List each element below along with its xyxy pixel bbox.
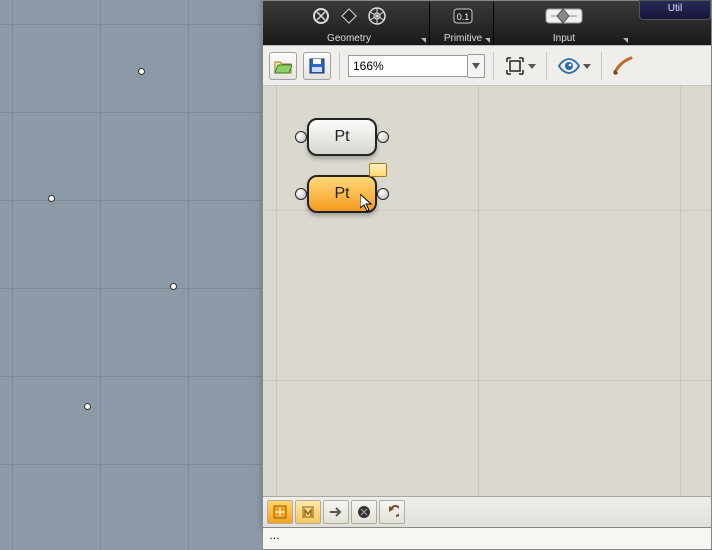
svg-text:0.1: 0.1 — [457, 12, 470, 22]
cluster-button[interactable] — [351, 500, 377, 524]
markov-button[interactable] — [295, 500, 321, 524]
node-label: Pt — [334, 128, 349, 146]
viewport-point[interactable] — [138, 68, 145, 75]
status-text: … — [269, 530, 280, 542]
ribbon: Util Geometry 0.1 Primitive — [263, 1, 711, 45]
point-param-node-selected[interactable]: Pt — [295, 175, 389, 213]
number-icon[interactable]: 0.1 — [452, 5, 474, 27]
zoom-dropdown-button[interactable] — [468, 54, 485, 78]
brush-icon — [612, 56, 636, 76]
sketch-tool-button[interactable] — [610, 54, 638, 78]
circle-icon[interactable] — [310, 5, 332, 27]
arrow-right-button[interactable] — [323, 500, 349, 524]
undo-arc-button[interactable] — [379, 500, 405, 524]
slider-icon[interactable] — [544, 5, 584, 27]
ribbon-group-primitive: 0.1 Primitive — [433, 1, 494, 45]
canvas-bottom-toolbar — [263, 496, 711, 527]
warning-balloon-icon[interactable] — [369, 163, 387, 177]
rhino-viewport[interactable] — [0, 0, 262, 550]
ribbon-group-label: Input — [497, 33, 631, 44]
zoom-input[interactable] — [348, 55, 468, 77]
grasshopper-panel: Util Geometry 0.1 Primitive — [262, 0, 712, 528]
viewport-point[interactable] — [170, 283, 177, 290]
compass-button[interactable] — [267, 500, 293, 524]
zoom-combobox[interactable] — [348, 54, 485, 78]
input-port[interactable] — [295, 131, 307, 143]
viewport-point[interactable] — [84, 403, 91, 410]
diamond-icon[interactable] — [338, 5, 360, 27]
ribbon-group-label: Primitive — [433, 33, 493, 44]
output-port[interactable] — [377, 131, 389, 143]
focus-icon — [504, 55, 526, 77]
point-param-node[interactable]: Pt — [295, 118, 389, 156]
grasshopper-canvas[interactable]: Pt Pt — [263, 85, 711, 497]
preview-mode-button[interactable] — [555, 55, 593, 77]
node-label: Pt — [334, 185, 349, 203]
status-bar: … — [262, 528, 712, 550]
eye-icon — [557, 57, 581, 75]
zoom-extents-button[interactable] — [502, 53, 538, 79]
output-port[interactable] — [377, 188, 389, 200]
ribbon-tab-util[interactable]: Util — [639, 0, 711, 20]
save-file-button[interactable] — [303, 52, 331, 80]
ribbon-group-input: Input — [497, 1, 631, 45]
hexagon-icon[interactable] — [366, 5, 388, 27]
input-port[interactable] — [295, 188, 307, 200]
viewport-point[interactable] — [48, 195, 55, 202]
toolbar — [263, 45, 711, 87]
open-file-button[interactable] — [269, 52, 297, 80]
ribbon-group-geometry: Geometry — [269, 1, 430, 45]
ribbon-group-label: Geometry — [269, 33, 429, 44]
